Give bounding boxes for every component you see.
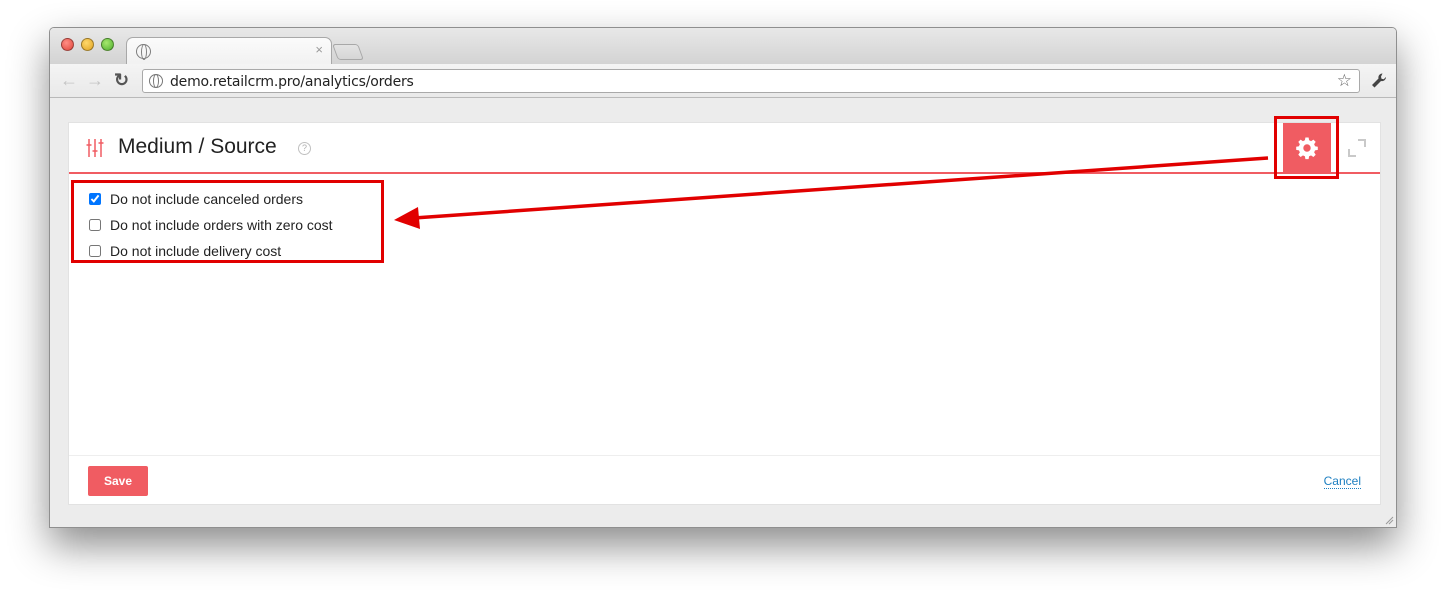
browser-toolbar: ← → ↻ demo.retailcrm.pro/analytics/order… [50, 64, 1396, 98]
tab-close-icon[interactable]: × [315, 42, 323, 57]
new-tab-button[interactable] [332, 44, 364, 60]
reload-icon[interactable]: ↻ [114, 70, 129, 90]
panel-header: Medium / Source ? [69, 123, 1380, 174]
minimize-window-button[interactable] [81, 38, 94, 51]
address-bar[interactable]: demo.retailcrm.pro/analytics/orders ☆ [142, 69, 1360, 93]
back-arrow-icon[interactable]: ← [60, 70, 78, 90]
expand-icon[interactable] [1348, 139, 1366, 157]
resize-grip-icon[interactable] [1385, 516, 1394, 525]
panel-footer: Save Cancel [69, 455, 1380, 506]
browser-tab[interactable]: × [126, 37, 332, 65]
options-highlight-box [71, 180, 384, 263]
help-icon[interactable]: ? [298, 142, 311, 155]
save-button[interactable]: Save [88, 466, 148, 496]
cancel-link[interactable]: Cancel [1323, 475, 1361, 489]
close-window-button[interactable] [61, 38, 74, 51]
zoom-window-button[interactable] [101, 38, 114, 51]
gear-highlight-box [1274, 116, 1339, 179]
browser-window: × ← → ↻ demo.retailcrm.pro/analytics/ord… [49, 27, 1397, 528]
globe-icon [136, 44, 151, 60]
globe-icon [149, 74, 163, 88]
page-content: Medium / Source ? Do not include cancele [50, 98, 1396, 527]
title-bar: × [50, 28, 1396, 65]
sliders-icon [86, 139, 104, 157]
forward-arrow-icon[interactable]: → [86, 70, 104, 90]
star-icon[interactable]: ☆ [1337, 71, 1352, 91]
address-bar-url[interactable]: demo.retailcrm.pro/analytics/orders [170, 74, 414, 90]
panel-title: Medium / Source [118, 135, 277, 158]
wrench-icon[interactable] [1370, 72, 1388, 90]
